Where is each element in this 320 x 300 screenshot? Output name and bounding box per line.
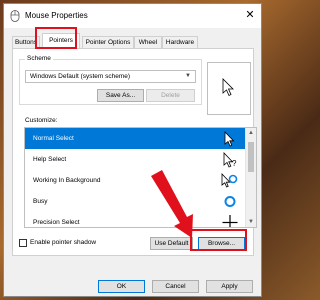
scheme-label: Scheme bbox=[25, 55, 53, 62]
apply-button[interactable]: Apply bbox=[206, 280, 253, 293]
mouse-properties-window: Mouse Properties ✕ Buttons Pointers Poin… bbox=[3, 3, 262, 297]
use-default-button[interactable]: Use Default bbox=[150, 237, 193, 250]
close-button[interactable]: ✕ bbox=[241, 6, 259, 24]
pointers-panel: Scheme Windows Default (system scheme) ▼… bbox=[12, 48, 257, 256]
scroll-thumb[interactable] bbox=[248, 142, 254, 172]
arrow-cursor-icon bbox=[222, 78, 234, 97]
list-item-label: Working In Background bbox=[33, 177, 101, 184]
busy-cursor-icon bbox=[224, 196, 236, 207]
list-item-label: Normal Select bbox=[33, 135, 74, 142]
tab-wheel[interactable]: Wheel bbox=[134, 36, 162, 48]
chevron-down-icon: ▼ bbox=[185, 73, 191, 79]
tab-hardware[interactable]: Hardware bbox=[162, 36, 198, 48]
scheme-select[interactable]: Windows Default (system scheme) ▼ bbox=[25, 70, 196, 83]
list-item-normal-select[interactable]: Normal Select bbox=[25, 128, 247, 149]
customize-label: Customize: bbox=[25, 117, 58, 124]
crosshair-cursor-icon bbox=[222, 215, 238, 227]
mouse-icon bbox=[10, 10, 20, 22]
pointer-shadow-label: Enable pointer shadow bbox=[30, 239, 97, 246]
window-title: Mouse Properties bbox=[25, 11, 88, 20]
list-scrollbar[interactable]: ▲ ▼ bbox=[245, 128, 256, 227]
arrow-cursor-icon bbox=[224, 131, 235, 147]
tab-pointer-options[interactable]: Pointer Options bbox=[82, 36, 134, 48]
scroll-down-icon[interactable]: ▼ bbox=[246, 217, 256, 227]
tab-buttons[interactable]: Buttons bbox=[12, 36, 40, 48]
save-as-button[interactable]: Save As... bbox=[97, 89, 144, 102]
help-cursor-icon: ? bbox=[223, 152, 237, 168]
list-item-busy[interactable]: Busy bbox=[25, 191, 247, 212]
ok-button[interactable]: OK bbox=[98, 280, 145, 293]
pointer-shadow-checkbox[interactable] bbox=[19, 239, 27, 247]
cursor-list: Normal Select Help Select ? Working In B… bbox=[24, 127, 257, 228]
list-item-label: Precision Select bbox=[33, 219, 80, 226]
list-item-label: Help Select bbox=[33, 156, 67, 163]
working-cursor-icon bbox=[221, 172, 238, 188]
cursor-preview bbox=[207, 62, 251, 115]
scheme-selected-value: Windows Default (system scheme) bbox=[30, 73, 131, 80]
browse-button[interactable]: Browse... bbox=[198, 237, 245, 250]
scroll-up-icon[interactable]: ▲ bbox=[246, 128, 256, 138]
title-bar: Mouse Properties ✕ bbox=[4, 4, 261, 28]
svg-text:?: ? bbox=[232, 159, 237, 168]
list-item-working-in-background[interactable]: Working In Background bbox=[25, 170, 247, 191]
cancel-button[interactable]: Cancel bbox=[152, 280, 199, 293]
list-item-help-select[interactable]: Help Select ? bbox=[25, 149, 247, 170]
list-item-label: Busy bbox=[33, 198, 48, 205]
delete-button[interactable]: Delete bbox=[146, 89, 195, 102]
list-item-precision-select[interactable]: Precision Select bbox=[25, 212, 247, 227]
tab-pointers[interactable]: Pointers bbox=[42, 33, 80, 48]
